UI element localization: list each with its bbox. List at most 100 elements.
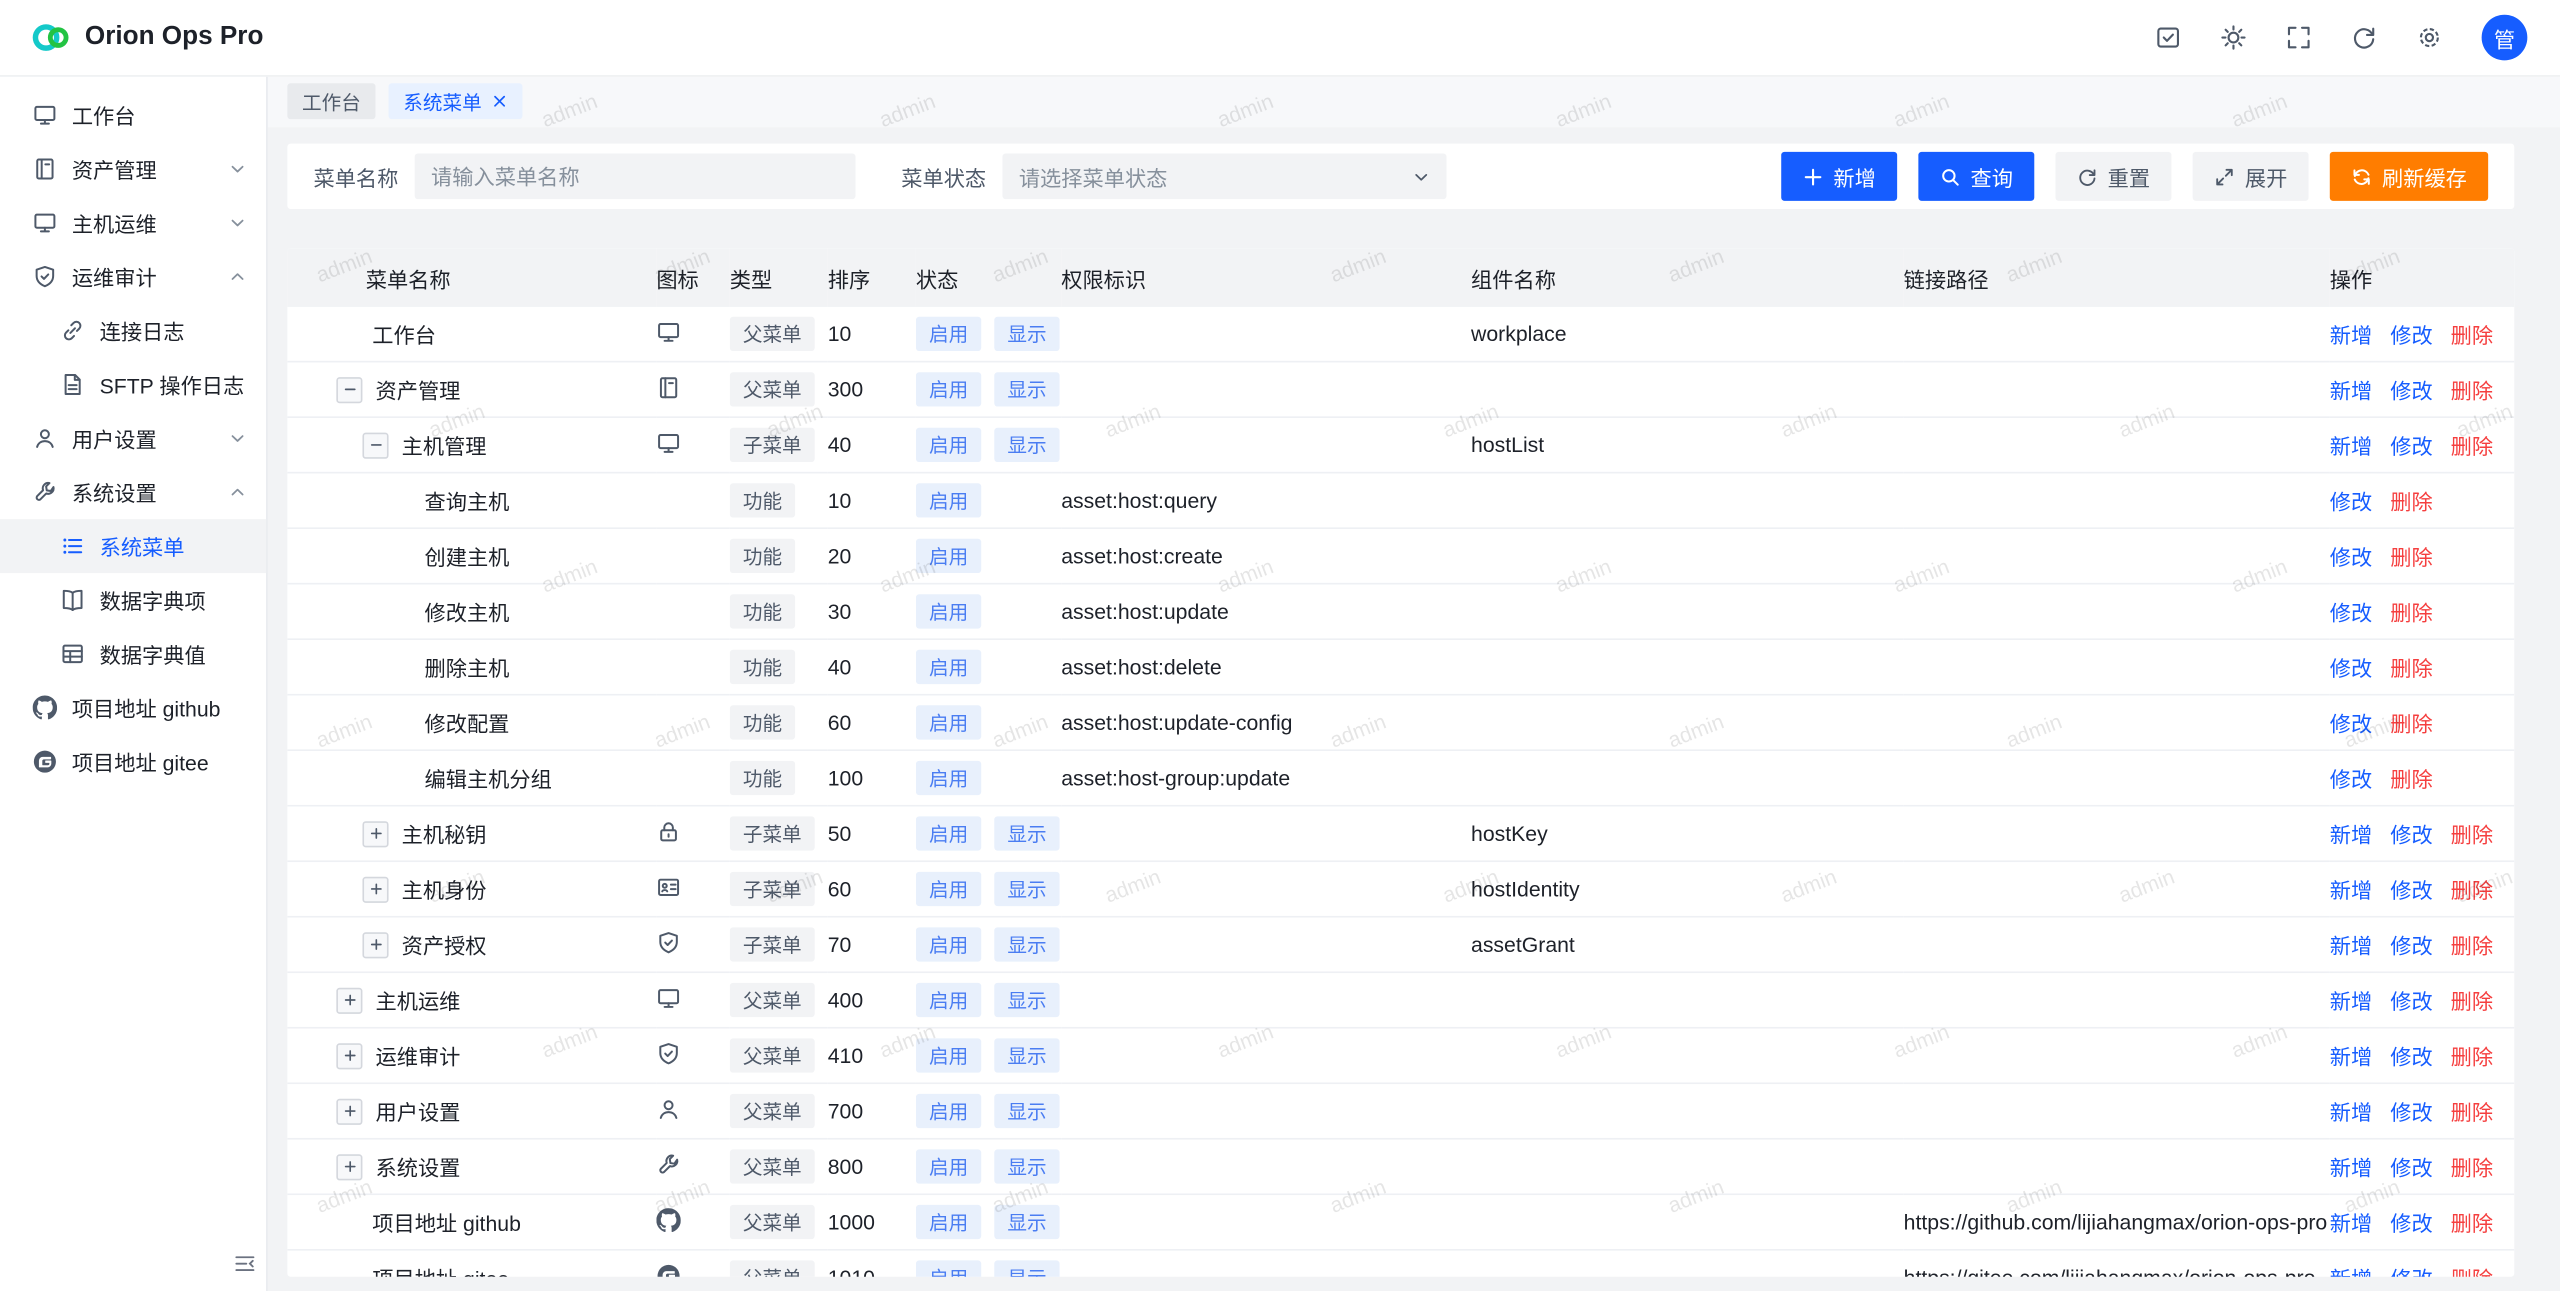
sidebar-item[interactable]: SFTP 操作日志 [0, 358, 266, 412]
row-action-edit[interactable]: 修改 [2330, 601, 2372, 625]
expand-row-icon[interactable] [362, 876, 388, 902]
sidebar-item[interactable]: 运维审计 [0, 250, 266, 304]
row-action-delete[interactable]: 删除 [2390, 712, 2432, 736]
add-button[interactable]: 新增 [1781, 152, 1897, 201]
menu-name-input[interactable] [415, 153, 856, 199]
expand-button[interactable]: 展开 [2193, 152, 2309, 201]
menu-type-tag: 子菜单 [730, 428, 815, 462]
collapse-row-icon[interactable] [336, 376, 362, 402]
avatar[interactable]: 管 [2482, 15, 2528, 61]
row-action-add[interactable]: 新增 [2330, 989, 2372, 1013]
row-action-edit[interactable]: 修改 [2390, 934, 2432, 958]
sidebar-item-label: 项目地址 gitee [72, 746, 209, 777]
sidebar-item[interactable]: 连接日志 [0, 304, 266, 358]
menu-name-label: 菜单名称 [313, 161, 398, 192]
expand-row-icon[interactable] [362, 931, 388, 957]
row-action-delete[interactable]: 删除 [2451, 323, 2493, 347]
search-button[interactable]: 查询 [1918, 152, 2034, 201]
sidebar-item[interactable]: 项目地址 gitee [0, 735, 266, 789]
row-action-edit[interactable]: 修改 [2390, 434, 2432, 458]
fullscreen-icon[interactable] [2286, 24, 2312, 50]
row-action-edit[interactable]: 修改 [2390, 379, 2432, 403]
sidebar-item[interactable]: 主机运维 [0, 196, 266, 250]
sidebar-item[interactable]: 数据字典值 [0, 627, 266, 681]
sidebar-item[interactable]: 系统设置 [0, 465, 266, 519]
expand-row-icon[interactable] [336, 1153, 362, 1179]
sidebar-item[interactable]: 资产管理 [0, 142, 266, 196]
theme-sun-icon[interactable] [2220, 24, 2246, 50]
sidebar-item[interactable]: 数据字典项 [0, 573, 266, 627]
list-icon [60, 534, 84, 558]
row-action-delete[interactable]: 删除 [2451, 1100, 2493, 1124]
row-action-delete[interactable]: 删除 [2451, 934, 2493, 958]
expand-row-icon[interactable] [362, 820, 388, 846]
row-action-edit[interactable]: 修改 [2390, 1267, 2432, 1277]
expand-row-icon[interactable] [336, 1098, 362, 1124]
row-action-edit[interactable]: 修改 [2330, 767, 2372, 791]
sidebar-item[interactable]: 用户设置 [0, 411, 266, 465]
row-action-add[interactable]: 新增 [2330, 1156, 2372, 1180]
tab-bar: 工作台系统菜单 [268, 75, 2560, 127]
tab-item[interactable]: 系统菜单 [389, 83, 523, 119]
sidebar-item[interactable]: 项目地址 github [0, 681, 266, 735]
row-action-delete[interactable]: 删除 [2451, 379, 2493, 403]
table-row: 主机秘钥子菜单50启用显示hostKey新增修改删除 [287, 806, 2514, 862]
refresh-cache-button[interactable]: 刷新缓存 [2330, 152, 2488, 201]
row-action-edit[interactable]: 修改 [2390, 823, 2432, 847]
row-action-edit[interactable]: 修改 [2390, 1100, 2432, 1124]
sidebar-item[interactable]: 工作台 [0, 88, 266, 142]
row-action-delete[interactable]: 删除 [2390, 767, 2432, 791]
row-action-edit[interactable]: 修改 [2390, 323, 2432, 347]
collapse-row-icon[interactable] [362, 432, 388, 458]
panel-check-icon[interactable] [2155, 24, 2181, 50]
menu-type-tag: 父菜单 [730, 1149, 815, 1183]
row-action-delete[interactable]: 删除 [2390, 656, 2432, 680]
row-action-add[interactable]: 新增 [2330, 1267, 2372, 1277]
row-action-delete[interactable]: 删除 [2451, 1045, 2493, 1069]
row-action-edit[interactable]: 修改 [2390, 1211, 2432, 1235]
row-action-edit[interactable]: 修改 [2330, 712, 2372, 736]
refresh-icon[interactable] [2351, 24, 2377, 50]
row-action-add[interactable]: 新增 [2330, 1211, 2372, 1235]
row-action-add[interactable]: 新增 [2330, 323, 2372, 347]
row-action-delete[interactable]: 删除 [2451, 823, 2493, 847]
row-action-delete[interactable]: 删除 [2451, 989, 2493, 1013]
collapse-sidebar-button[interactable] [230, 1249, 259, 1278]
row-action-delete[interactable]: 删除 [2451, 1267, 2493, 1277]
status-badge-visible: 显示 [994, 1149, 1059, 1183]
expand-row-icon[interactable] [336, 987, 362, 1013]
row-action-add[interactable]: 新增 [2330, 379, 2372, 403]
row-action-add[interactable]: 新增 [2330, 934, 2372, 958]
row-action-edit[interactable]: 修改 [2390, 1045, 2432, 1069]
sidebar-item[interactable]: 系统菜单 [0, 519, 266, 573]
row-action-add[interactable]: 新增 [2330, 434, 2372, 458]
row-action-edit[interactable]: 修改 [2330, 656, 2372, 680]
row-action-edit[interactable]: 修改 [2330, 545, 2372, 569]
menu-sort: 10 [828, 322, 852, 346]
status-badge-enabled: 启用 [916, 816, 981, 850]
row-action-delete[interactable]: 删除 [2451, 1211, 2493, 1235]
row-action-delete[interactable]: 删除 [2390, 545, 2432, 569]
row-action-add[interactable]: 新增 [2330, 878, 2372, 902]
menu-sort: 40 [828, 655, 852, 679]
row-action-edit[interactable]: 修改 [2390, 878, 2432, 902]
row-action-delete[interactable]: 删除 [2451, 1156, 2493, 1180]
row-action-add[interactable]: 新增 [2330, 1100, 2372, 1124]
row-action-delete[interactable]: 删除 [2390, 490, 2432, 514]
row-action-delete[interactable]: 删除 [2451, 434, 2493, 458]
menu-permission: asset:host:query [1061, 488, 1217, 512]
row-action-edit[interactable]: 修改 [2330, 490, 2372, 514]
row-action-delete[interactable]: 删除 [2451, 878, 2493, 902]
expand-row-icon[interactable] [336, 1042, 362, 1068]
row-action-edit[interactable]: 修改 [2390, 989, 2432, 1013]
row-action-delete[interactable]: 删除 [2390, 601, 2432, 625]
row-action-add[interactable]: 新增 [2330, 823, 2372, 847]
tab-item[interactable]: 工作台 [287, 83, 375, 119]
reset-button[interactable]: 重置 [2055, 152, 2171, 201]
row-action-edit[interactable]: 修改 [2390, 1156, 2432, 1180]
menu-sort: 410 [828, 1043, 863, 1067]
close-icon[interactable] [491, 93, 507, 109]
settings-gear-icon[interactable] [2416, 24, 2442, 50]
row-action-add[interactable]: 新增 [2330, 1045, 2372, 1069]
menu-status-select[interactable]: 请选择菜单状态 [1002, 153, 1446, 199]
